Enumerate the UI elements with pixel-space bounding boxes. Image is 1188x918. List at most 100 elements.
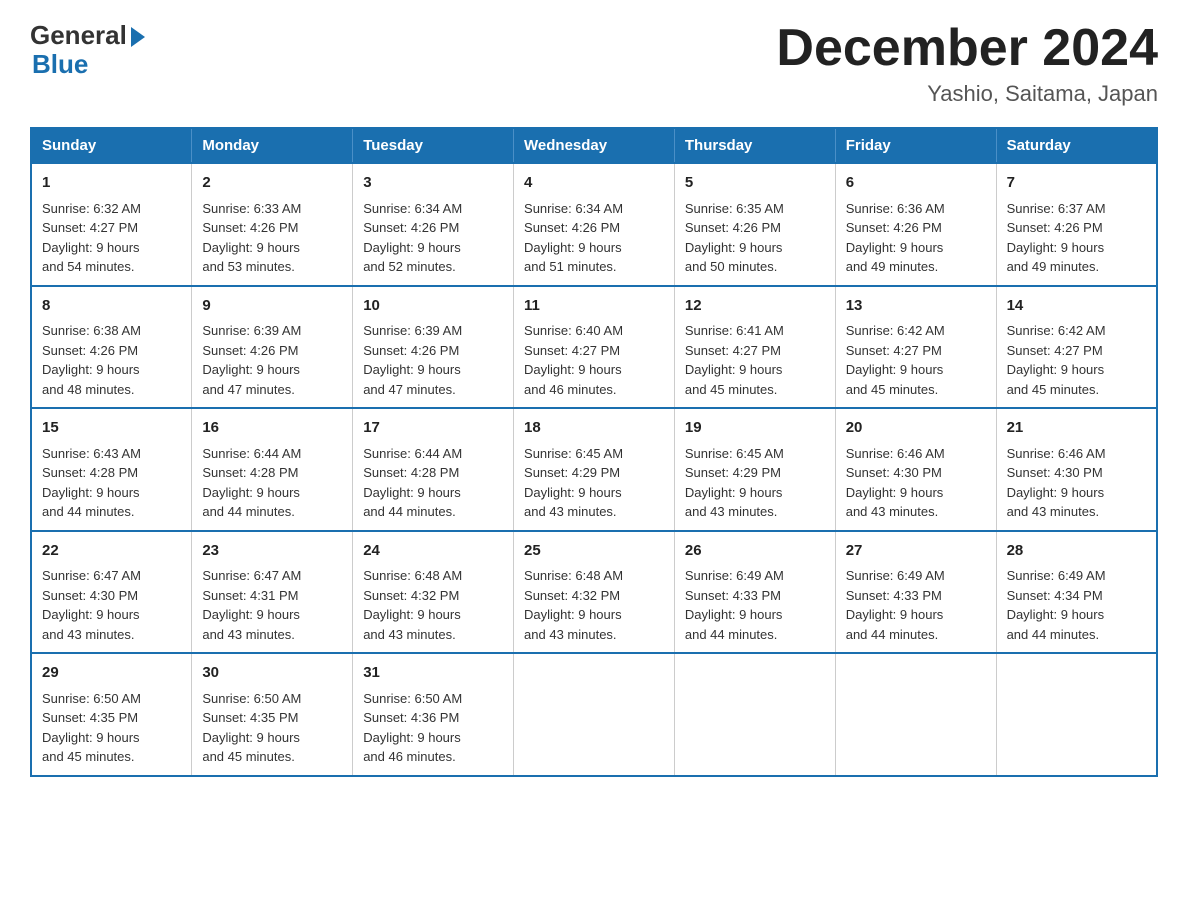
calendar-cell: 19 Sunrise: 6:45 AMSunset: 4:29 PMDayligh…	[674, 408, 835, 531]
calendar-cell: 14 Sunrise: 6:42 AMSunset: 4:27 PMDayligh…	[996, 286, 1157, 409]
day-number: 17	[363, 417, 503, 440]
calendar-cell: 10 Sunrise: 6:39 AMSunset: 4:26 PMDayligh…	[353, 286, 514, 409]
day-info: Sunrise: 6:36 AMSunset: 4:26 PMDaylight:…	[846, 199, 986, 277]
calendar-cell: 22Sunrise: 6:47 AMSunset: 4:30 PMDayligh…	[31, 531, 192, 654]
day-info: Sunrise: 6:40 AMSunset: 4:27 PMDaylight:…	[524, 321, 664, 399]
day-info: Sunrise: 6:49 AMSunset: 4:33 PMDaylight:…	[685, 566, 825, 644]
calendar-cell: 23Sunrise: 6:47 AMSunset: 4:31 PMDayligh…	[192, 531, 353, 654]
day-info: Sunrise: 6:44 AMSunset: 4:28 PMDaylight:…	[202, 444, 342, 522]
day-info: Sunrise: 6:50 AMSunset: 4:36 PMDaylight:…	[363, 689, 503, 767]
header-monday: Monday	[192, 128, 353, 163]
calendar-cell: 11 Sunrise: 6:40 AMSunset: 4:27 PMDayligh…	[514, 286, 675, 409]
page-header: General Blue December 2024 Yashio, Saita…	[30, 20, 1158, 107]
day-number: 19	[685, 417, 825, 440]
day-number: 11	[524, 295, 664, 318]
calendar-cell: 29 Sunrise: 6:50 AMSunset: 4:35 PMDayligh…	[31, 653, 192, 776]
calendar-cell: 24Sunrise: 6:48 AMSunset: 4:32 PMDayligh…	[353, 531, 514, 654]
day-number: 30	[202, 662, 342, 685]
day-info: Sunrise: 6:32 AMSunset: 4:27 PMDaylight:…	[42, 199, 181, 277]
day-number: 13	[846, 295, 986, 318]
location: Yashio, Saitama, Japan	[776, 81, 1158, 107]
day-number: 21	[1007, 417, 1146, 440]
logo: General Blue	[30, 20, 145, 80]
calendar-cell: 28 Sunrise: 6:49 AMSunset: 4:34 PMDayligh…	[996, 531, 1157, 654]
calendar-week-5: 29 Sunrise: 6:50 AMSunset: 4:35 PMDayligh…	[31, 653, 1157, 776]
calendar-cell: 17Sunrise: 6:44 AMSunset: 4:28 PMDayligh…	[353, 408, 514, 531]
header-sunday: Sunday	[31, 128, 192, 163]
calendar-cell: 3Sunrise: 6:34 AMSunset: 4:26 PMDaylight…	[353, 163, 514, 286]
day-info: Sunrise: 6:46 AMSunset: 4:30 PMDaylight:…	[1007, 444, 1146, 522]
day-number: 7	[1007, 172, 1146, 195]
day-info: Sunrise: 6:50 AMSunset: 4:35 PMDaylight:…	[42, 689, 181, 767]
day-info: Sunrise: 6:35 AMSunset: 4:26 PMDaylight:…	[685, 199, 825, 277]
calendar-week-2: 8 Sunrise: 6:38 AMSunset: 4:26 PMDaylight…	[31, 286, 1157, 409]
day-number: 29	[42, 662, 181, 685]
calendar-cell	[514, 653, 675, 776]
day-info: Sunrise: 6:37 AMSunset: 4:26 PMDaylight:…	[1007, 199, 1146, 277]
day-number: 10	[363, 295, 503, 318]
day-number: 28	[1007, 540, 1146, 563]
calendar-week-4: 22Sunrise: 6:47 AMSunset: 4:30 PMDayligh…	[31, 531, 1157, 654]
day-number: 2	[202, 172, 342, 195]
day-info: Sunrise: 6:49 AMSunset: 4:33 PMDaylight:…	[846, 566, 986, 644]
day-number: 12	[685, 295, 825, 318]
day-number: 4	[524, 172, 664, 195]
day-info: Sunrise: 6:46 AMSunset: 4:30 PMDaylight:…	[846, 444, 986, 522]
calendar-cell: 2 Sunrise: 6:33 AMSunset: 4:26 PMDaylight…	[192, 163, 353, 286]
day-number: 26	[685, 540, 825, 563]
calendar-cell: 6 Sunrise: 6:36 AMSunset: 4:26 PMDaylight…	[835, 163, 996, 286]
calendar-cell	[674, 653, 835, 776]
header-tuesday: Tuesday	[353, 128, 514, 163]
header-wednesday: Wednesday	[514, 128, 675, 163]
calendar-cell: 21 Sunrise: 6:46 AMSunset: 4:30 PMDayligh…	[996, 408, 1157, 531]
day-number: 5	[685, 172, 825, 195]
calendar-cell: 9Sunrise: 6:39 AMSunset: 4:26 PMDaylight…	[192, 286, 353, 409]
header-thursday: Thursday	[674, 128, 835, 163]
day-info: Sunrise: 6:39 AMSunset: 4:26 PMDaylight:…	[202, 321, 342, 399]
day-number: 14	[1007, 295, 1146, 318]
calendar-cell: 26 Sunrise: 6:49 AMSunset: 4:33 PMDayligh…	[674, 531, 835, 654]
calendar-cell: 18Sunrise: 6:45 AMSunset: 4:29 PMDayligh…	[514, 408, 675, 531]
day-number: 15	[42, 417, 181, 440]
day-info: Sunrise: 6:45 AMSunset: 4:29 PMDaylight:…	[524, 444, 664, 522]
day-number: 1	[42, 172, 181, 195]
calendar-cell: 20Sunrise: 6:46 AMSunset: 4:30 PMDayligh…	[835, 408, 996, 531]
day-info: Sunrise: 6:38 AMSunset: 4:26 PMDaylight:…	[42, 321, 181, 399]
calendar-cell: 8 Sunrise: 6:38 AMSunset: 4:26 PMDaylight…	[31, 286, 192, 409]
calendar-cell: 7 Sunrise: 6:37 AMSunset: 4:26 PMDaylight…	[996, 163, 1157, 286]
calendar-cell	[835, 653, 996, 776]
calendar-cell: 13 Sunrise: 6:42 AMSunset: 4:27 PMDayligh…	[835, 286, 996, 409]
calendar-cell: 27 Sunrise: 6:49 AMSunset: 4:33 PMDayligh…	[835, 531, 996, 654]
day-info: Sunrise: 6:48 AMSunset: 4:32 PMDaylight:…	[363, 566, 503, 644]
day-info: Sunrise: 6:48 AMSunset: 4:32 PMDaylight:…	[524, 566, 664, 644]
day-info: Sunrise: 6:34 AMSunset: 4:26 PMDaylight:…	[524, 199, 664, 277]
day-number: 6	[846, 172, 986, 195]
logo-arrow-icon	[131, 27, 145, 47]
day-number: 16	[202, 417, 342, 440]
day-info: Sunrise: 6:50 AMSunset: 4:35 PMDaylight:…	[202, 689, 342, 767]
calendar-cell: 30 Sunrise: 6:50 AMSunset: 4:35 PMDayligh…	[192, 653, 353, 776]
title-block: December 2024 Yashio, Saitama, Japan	[776, 20, 1158, 107]
day-number: 27	[846, 540, 986, 563]
calendar-cell: 4 Sunrise: 6:34 AMSunset: 4:26 PMDaylight…	[514, 163, 675, 286]
day-info: Sunrise: 6:49 AMSunset: 4:34 PMDaylight:…	[1007, 566, 1146, 644]
logo-blue-text: Blue	[32, 49, 88, 80]
day-info: Sunrise: 6:41 AMSunset: 4:27 PMDaylight:…	[685, 321, 825, 399]
day-number: 23	[202, 540, 342, 563]
header-saturday: Saturday	[996, 128, 1157, 163]
calendar-cell: 5 Sunrise: 6:35 AMSunset: 4:26 PMDaylight…	[674, 163, 835, 286]
day-info: Sunrise: 6:42 AMSunset: 4:27 PMDaylight:…	[1007, 321, 1146, 399]
day-info: Sunrise: 6:45 AMSunset: 4:29 PMDaylight:…	[685, 444, 825, 522]
calendar-cell: 15 Sunrise: 6:43 AMSunset: 4:28 PMDayligh…	[31, 408, 192, 531]
day-info: Sunrise: 6:43 AMSunset: 4:28 PMDaylight:…	[42, 444, 181, 522]
day-number: 8	[42, 295, 181, 318]
calendar-cell	[996, 653, 1157, 776]
header-friday: Friday	[835, 128, 996, 163]
month-title: December 2024	[776, 20, 1158, 77]
day-info: Sunrise: 6:33 AMSunset: 4:26 PMDaylight:…	[202, 199, 342, 277]
day-info: Sunrise: 6:39 AMSunset: 4:26 PMDaylight:…	[363, 321, 503, 399]
day-number: 31	[363, 662, 503, 685]
day-number: 25	[524, 540, 664, 563]
day-info: Sunrise: 6:42 AMSunset: 4:27 PMDaylight:…	[846, 321, 986, 399]
day-number: 3	[363, 172, 503, 195]
